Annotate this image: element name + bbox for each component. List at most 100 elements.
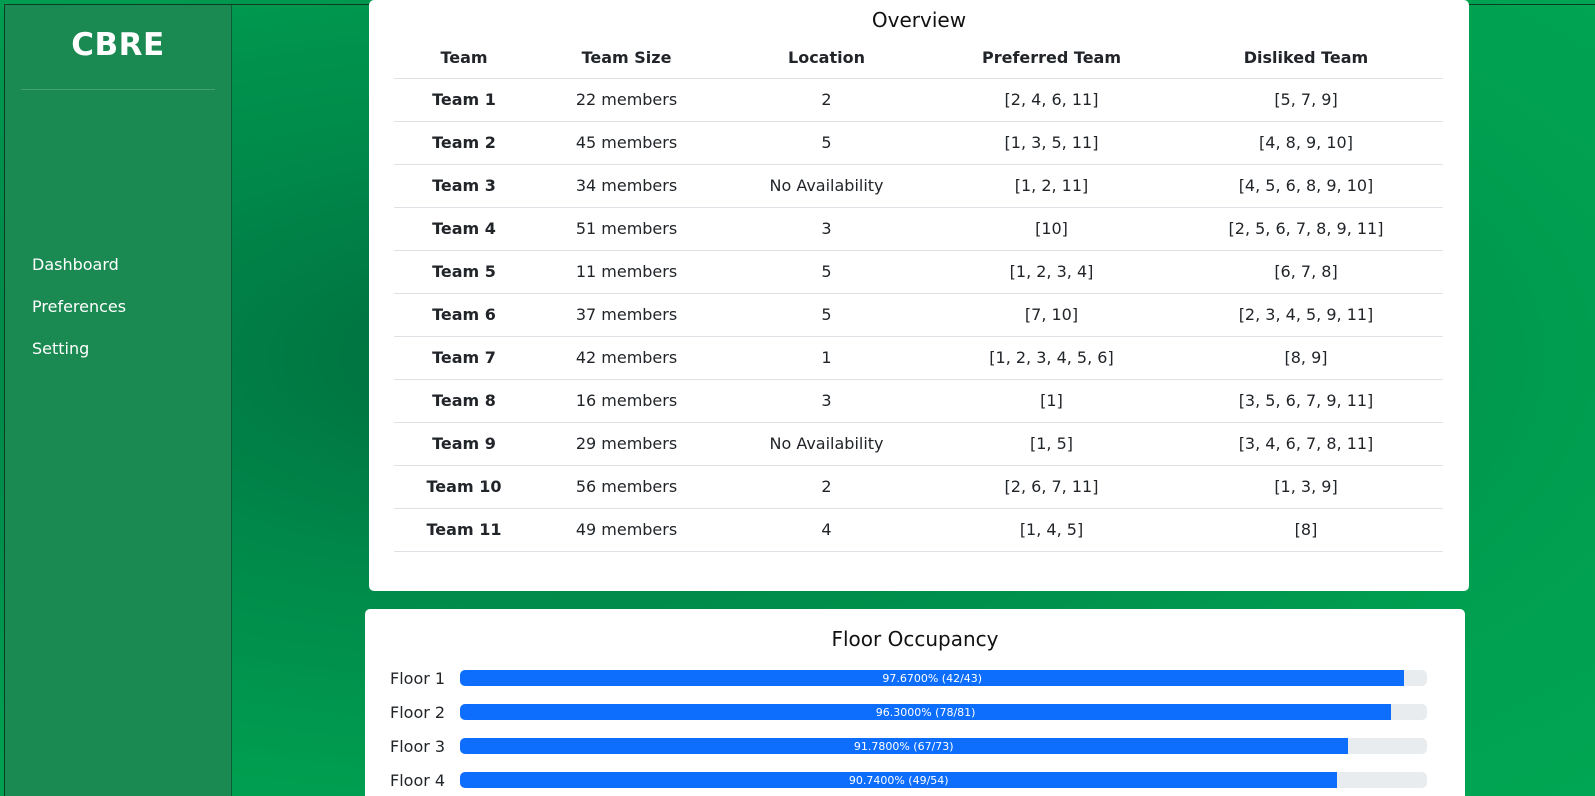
cell-location: No Availability — [719, 164, 934, 208]
cell-location: 3 — [719, 207, 934, 251]
cell-preferred-team: [10] — [934, 207, 1169, 251]
cell-team-size: 34 members — [534, 164, 719, 208]
cell-team: Team 11 — [394, 508, 534, 552]
occupancy-progress-bar: 96.3000% (78/81) — [460, 704, 1427, 720]
cell-disliked-team: [8] — [1169, 508, 1443, 552]
nav-item-dashboard[interactable]: Dashboard — [32, 255, 126, 297]
cell-preferred-team: [7, 10] — [934, 293, 1169, 337]
table-row: Team 9 29 members No Availability [1, 5] [3,… — [394, 422, 1443, 466]
cell-preferred-team: [2, 6, 7, 11] — [934, 465, 1169, 509]
cell-team-size: 16 members — [534, 379, 719, 423]
table-row: Team 6 37 members 5 [7, 10] [2, 3, 4, 5, 9, … — [394, 293, 1443, 337]
cell-preferred-team: [1, 4, 5] — [934, 508, 1169, 552]
floor-row: Floor 4 90.7400% (49/54) — [365, 763, 1465, 796]
cell-location: 1 — [719, 336, 934, 380]
floor-list: Floor 1 97.6700% (42/43) Floor 2 96.3000% (… — [365, 661, 1465, 796]
occupancy-progress-bar: 90.7400% (49/54) — [460, 772, 1427, 788]
cell-location: 2 — [719, 78, 934, 122]
cell-preferred-team: [1, 5] — [934, 422, 1169, 466]
cell-disliked-team: [4, 5, 6, 8, 9, 10] — [1169, 164, 1443, 208]
cell-location: 4 — [719, 508, 934, 552]
column-header-team: Team — [394, 38, 534, 79]
floor-label: Floor 2 — [390, 702, 446, 722]
occupancy-progress-fill: 96.3000% (78/81) — [460, 704, 1392, 720]
cell-preferred-team: [1] — [934, 379, 1169, 423]
nav-item-setting[interactable]: Setting — [32, 339, 126, 381]
cell-team-size: 11 members — [534, 250, 719, 294]
occupancy-progress-bar: 97.6700% (42/43) — [460, 670, 1427, 686]
column-header-team-size: Team Size — [534, 38, 719, 79]
floor-label: Floor 4 — [390, 770, 446, 790]
cell-location: 2 — [719, 465, 934, 509]
cell-disliked-team: [2, 3, 4, 5, 9, 11] — [1169, 293, 1443, 337]
cell-team: Team 3 — [394, 164, 534, 208]
table-row: Team 11 49 members 4 [1, 4, 5] [8] — [394, 508, 1443, 552]
floor-label: Floor 1 — [390, 668, 446, 688]
brand-logo[interactable]: CBRE — [21, 5, 215, 90]
table-row: Team 8 16 members 3 [1] [3, 5, 6, 7, 9, 11] — [394, 379, 1443, 423]
sidebar-nav: Dashboard Preferences Setting — [32, 255, 126, 381]
column-header-location: Location — [719, 38, 934, 79]
floor-row: Floor 1 97.6700% (42/43) — [365, 661, 1465, 695]
cell-team-size: 22 members — [534, 78, 719, 122]
table-row: Team 3 34 members No Availability [1, 2, 11… — [394, 164, 1443, 208]
overview-card: Overview Team Team Size Location Preferr… — [369, 0, 1469, 591]
cell-preferred-team: [1, 3, 5, 11] — [934, 121, 1169, 165]
cell-disliked-team: [3, 5, 6, 7, 9, 11] — [1169, 379, 1443, 423]
occupancy-progress-bar: 91.7800% (67/73) — [460, 738, 1427, 754]
overview-table-body: Team 1 22 members 2 [2, 4, 6, 11] [5, 7, 9] T… — [394, 78, 1443, 552]
floor-row: Floor 3 91.7800% (67/73) — [365, 729, 1465, 763]
cell-location: 5 — [719, 121, 934, 165]
cell-disliked-team: [5, 7, 9] — [1169, 78, 1443, 122]
occupancy-progress-fill: 90.7400% (49/54) — [460, 772, 1338, 788]
cell-preferred-team: [2, 4, 6, 11] — [934, 78, 1169, 122]
cell-team: Team 1 — [394, 78, 534, 122]
table-row: Team 7 42 members 1 [1, 2, 3, 4, 5, 6] [8, 9… — [394, 336, 1443, 380]
cell-team-size: 42 members — [534, 336, 719, 380]
cell-team-size: 56 members — [534, 465, 719, 509]
cell-location: 5 — [719, 293, 934, 337]
table-row: Team 2 45 members 5 [1, 3, 5, 11] [4, 8, 9, … — [394, 121, 1443, 165]
cell-disliked-team: [8, 9] — [1169, 336, 1443, 380]
table-row: Team 1 22 members 2 [2, 4, 6, 11] [5, 7, 9] — [394, 78, 1443, 122]
cell-team-size: 45 members — [534, 121, 719, 165]
cell-location: 5 — [719, 250, 934, 294]
sidebar: CBRE Dashboard Preferences Setting — [5, 5, 232, 796]
cell-preferred-team: [1, 2, 3, 4, 5, 6] — [934, 336, 1169, 380]
occupancy-progress-fill: 91.7800% (67/73) — [460, 738, 1348, 754]
table-row: Team 4 51 members 3 [10] [2, 5, 6, 7, 8, 9, … — [394, 207, 1443, 251]
cell-team: Team 6 — [394, 293, 534, 337]
cell-disliked-team: [6, 7, 8] — [1169, 250, 1443, 294]
cell-location: No Availability — [719, 422, 934, 466]
cell-team-size: 49 members — [534, 508, 719, 552]
cell-team: Team 5 — [394, 250, 534, 294]
cell-team: Team 7 — [394, 336, 534, 380]
floor-label: Floor 3 — [390, 736, 446, 756]
cell-disliked-team: [3, 4, 6, 7, 8, 11] — [1169, 422, 1443, 466]
cell-preferred-team: [1, 2, 11] — [934, 164, 1169, 208]
overview-title: Overview — [871, 8, 967, 32]
cell-team-size: 51 members — [534, 207, 719, 251]
cell-disliked-team: [4, 8, 9, 10] — [1169, 121, 1443, 165]
cell-preferred-team: [1, 2, 3, 4] — [934, 250, 1169, 294]
cell-team-size: 29 members — [534, 422, 719, 466]
table-row: Team 5 11 members 5 [1, 2, 3, 4] [6, 7, 8] — [394, 250, 1443, 294]
cell-team: Team 10 — [394, 465, 534, 509]
cell-disliked-team: [2, 5, 6, 7, 8, 9, 11] — [1169, 207, 1443, 251]
cell-team: Team 8 — [394, 379, 534, 423]
floor-occupancy-title: Floor Occupancy — [831, 627, 999, 651]
table-row: Team 10 56 members 2 [2, 6, 7, 11] [1, 3, 9] — [394, 465, 1443, 509]
cell-location: 3 — [719, 379, 934, 423]
floor-occupancy-card: Floor Occupancy Floor 1 97.6700% (42/43) F… — [365, 609, 1465, 796]
nav-item-preferences[interactable]: Preferences — [32, 297, 126, 339]
floor-row: Floor 2 96.3000% (78/81) — [365, 695, 1465, 729]
occupancy-progress-fill: 97.6700% (42/43) — [460, 670, 1405, 686]
cell-team: Team 2 — [394, 121, 534, 165]
cell-disliked-team: [1, 3, 9] — [1169, 465, 1443, 509]
column-header-preferred-team: Preferred Team — [934, 38, 1169, 79]
cell-team-size: 37 members — [534, 293, 719, 337]
cell-team: Team 9 — [394, 422, 534, 466]
table-header-row: Team Team Size Location Preferred Team D… — [394, 38, 1443, 79]
overview-table: Team Team Size Location Preferred Team D… — [394, 38, 1443, 552]
column-header-disliked-team: Disliked Team — [1169, 38, 1443, 79]
